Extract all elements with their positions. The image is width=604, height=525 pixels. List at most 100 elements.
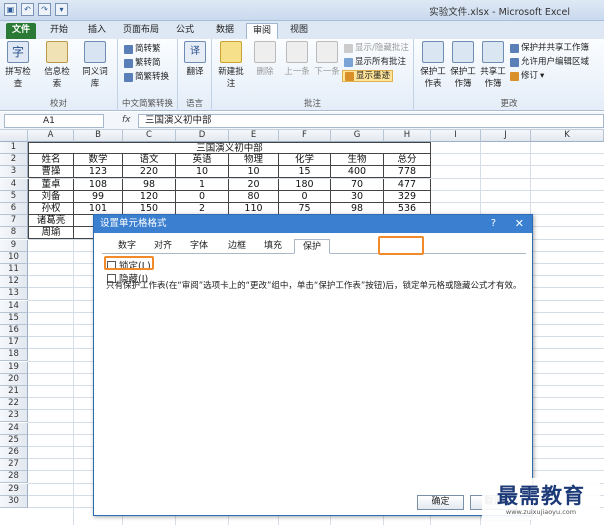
row-header[interactable]: 19 <box>0 361 28 374</box>
row-header[interactable]: 23 <box>0 410 28 423</box>
column-header[interactable]: B <box>74 130 123 142</box>
row-header[interactable]: 27 <box>0 459 28 472</box>
table-cell[interactable]: 董卓 <box>28 178 74 191</box>
column-header[interactable]: J <box>481 130 531 142</box>
delete-comment-button[interactable]: 删除 <box>250 41 280 77</box>
table-cell[interactable]: 99 <box>74 190 123 203</box>
row-header[interactable]: 6 <box>0 203 28 215</box>
new-comment-button[interactable]: 新建批注 <box>216 41 246 89</box>
table-header-cell[interactable]: 语文 <box>123 154 176 167</box>
table-cell[interactable]: 477 <box>384 178 431 191</box>
tab-border[interactable]: 边框 <box>220 239 254 254</box>
formula-input[interactable]: 三国演义初中部 <box>138 114 604 128</box>
to-simplified-button[interactable]: 繁转简 <box>124 57 161 69</box>
column-header[interactable]: I <box>431 130 481 142</box>
table-header-cell[interactable]: 数学 <box>74 154 123 167</box>
translate-button[interactable]: 译 翻译 <box>180 41 210 77</box>
tab-file[interactable]: 文件 <box>6 23 36 39</box>
row-header[interactable]: 8 <box>0 227 28 240</box>
select-all-corner[interactable] <box>0 130 28 142</box>
table-cell[interactable]: 10 <box>229 166 279 179</box>
row-header[interactable]: 24 <box>0 422 28 435</box>
share-workbook-button[interactable]: 共享工作簿 <box>478 41 508 89</box>
row-header[interactable]: 22 <box>0 398 28 411</box>
table-cell[interactable]: 778 <box>384 166 431 179</box>
fx-icon[interactable]: fx <box>122 115 131 125</box>
show-ink-button[interactable]: 显示墨迹 <box>342 70 394 82</box>
table-cell[interactable]: 曹操 <box>28 166 74 179</box>
row-header[interactable]: 30 <box>0 495 28 508</box>
table-cell[interactable]: 10 <box>176 166 229 179</box>
row-header[interactable]: 2 <box>0 154 28 167</box>
tab-home[interactable]: 开始 <box>44 23 74 39</box>
row-header[interactable]: 12 <box>0 276 28 289</box>
protect-workbook-button[interactable]: 保护工作簿 <box>448 41 478 89</box>
help-button[interactable]: ? <box>491 215 496 233</box>
tab-formulas[interactable]: 公式 <box>170 23 200 39</box>
table-header-cell[interactable]: 姓名 <box>28 154 74 167</box>
row-header[interactable]: 3 <box>0 166 28 179</box>
table-header-cell[interactable]: 总分 <box>384 154 431 167</box>
protect-sheet-button[interactable]: 保护工作表 <box>418 41 448 89</box>
table-cell[interactable]: 120 <box>123 190 176 203</box>
tab-font[interactable]: 字体 <box>182 239 216 254</box>
spell-check-button[interactable]: 字 拼写检查 <box>3 41 33 89</box>
row-header[interactable]: 7 <box>0 215 28 228</box>
table-cell[interactable]: 70 <box>331 178 384 191</box>
table-cell[interactable]: 0 <box>176 190 229 203</box>
table-cell[interactable]: 30 <box>331 190 384 203</box>
previous-comment-button[interactable]: 上一条 <box>282 41 312 77</box>
row-header[interactable]: 11 <box>0 264 28 276</box>
row-header[interactable]: 26 <box>0 447 28 459</box>
tab-data[interactable]: 数据 <box>210 23 240 39</box>
table-cell[interactable]: 98 <box>123 178 176 191</box>
row-header[interactable]: 14 <box>0 300 28 313</box>
row-header[interactable]: 10 <box>0 251 28 264</box>
table-cell[interactable]: 孙权 <box>28 203 74 215</box>
tab-fill[interactable]: 填充 <box>256 239 290 254</box>
show-hide-comment-button[interactable]: 显示/隐藏批注 <box>344 42 409 54</box>
row-header[interactable]: 25 <box>0 434 28 447</box>
row-header[interactable]: 13 <box>0 288 28 301</box>
thesaurus-button[interactable]: 同义词库 <box>80 41 110 89</box>
protect-share-button[interactable]: 保护并共享工作簿 <box>510 42 589 54</box>
table-title-cell[interactable]: 三国演义初中部 <box>28 142 431 154</box>
convert-chinese-button[interactable]: 简繁转换 <box>124 71 169 83</box>
row-header[interactable]: 1 <box>0 142 28 154</box>
row-header[interactable]: 9 <box>0 239 28 252</box>
row-header[interactable]: 17 <box>0 337 28 350</box>
table-cell[interactable]: 180 <box>279 178 331 191</box>
table-header-cell[interactable]: 英语 <box>176 154 229 167</box>
table-cell[interactable]: 108 <box>74 178 123 191</box>
table-cell[interactable]: 123 <box>74 166 123 179</box>
table-cell[interactable]: 329 <box>384 190 431 203</box>
tab-alignment[interactable]: 对齐 <box>146 239 180 254</box>
tab-review[interactable]: 审阅 <box>246 23 278 39</box>
table-cell[interactable]: 20 <box>229 178 279 191</box>
table-header-cell[interactable]: 生物 <box>331 154 384 167</box>
row-header[interactable]: 28 <box>0 471 28 484</box>
tab-number[interactable]: 数字 <box>110 239 144 254</box>
next-comment-button[interactable]: 下一条 <box>312 41 342 77</box>
column-header[interactable]: D <box>176 130 229 142</box>
table-cell[interactable]: 15 <box>279 166 331 179</box>
row-header[interactable]: 16 <box>0 325 28 337</box>
table-header-cell[interactable]: 化学 <box>279 154 331 167</box>
row-header[interactable]: 5 <box>0 190 28 203</box>
table-cell[interactable]: 1 <box>176 178 229 191</box>
column-header[interactable]: A <box>28 130 74 142</box>
name-box[interactable]: A1 <box>4 114 104 128</box>
column-header[interactable]: K <box>531 130 604 142</box>
column-header[interactable]: H <box>384 130 431 142</box>
tab-insert[interactable]: 插入 <box>82 23 112 39</box>
column-header[interactable]: F <box>279 130 331 142</box>
table-cell[interactable]: 刘备 <box>28 190 74 203</box>
allow-edit-ranges-button[interactable]: 允许用户编辑区域 <box>510 56 589 68</box>
table-cell[interactable]: 周瑜 <box>28 227 74 240</box>
show-all-comments-button[interactable]: 显示所有批注 <box>344 56 406 68</box>
table-cell[interactable]: 0 <box>279 190 331 203</box>
table-cell[interactable]: 220 <box>123 166 176 179</box>
tab-protection[interactable]: 保护 <box>294 239 330 254</box>
research-button[interactable]: 信息检索 <box>42 41 72 89</box>
row-header[interactable]: 18 <box>0 349 28 362</box>
